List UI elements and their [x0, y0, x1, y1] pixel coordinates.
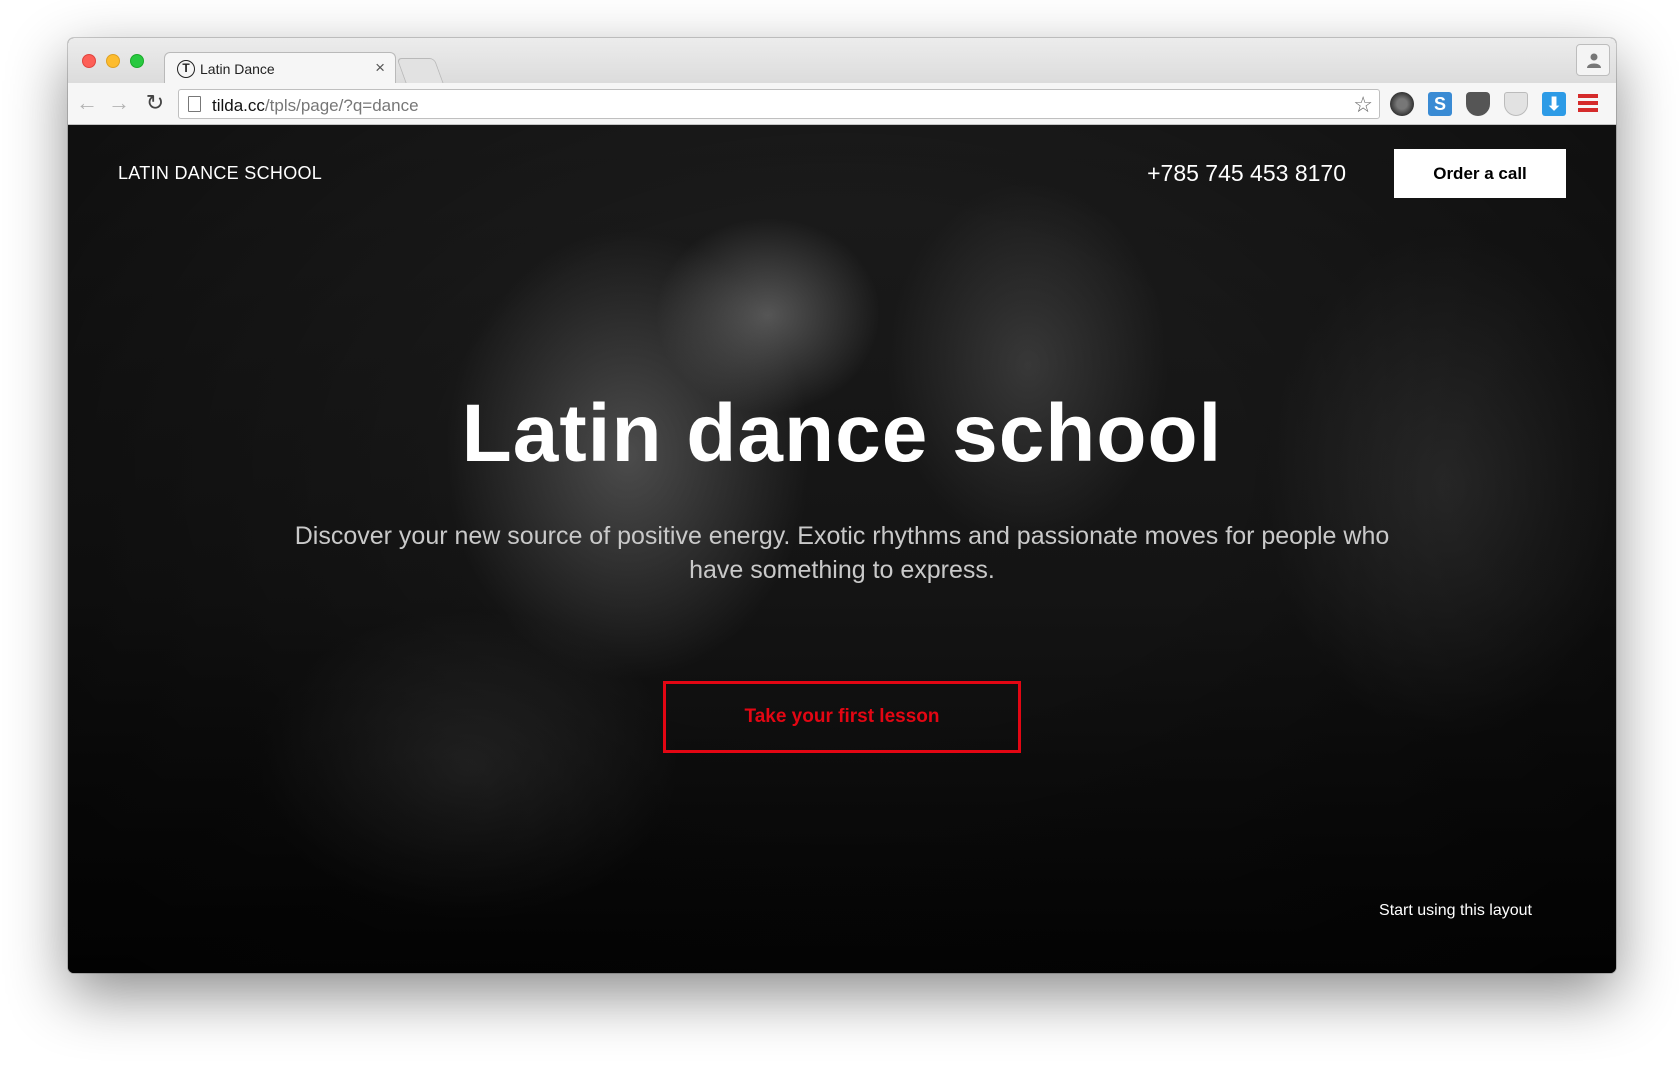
download-icon[interactable]: ⬇ [1542, 92, 1566, 116]
url-text[interactable]: tilda.cc/tpls/page/?q=dance [212, 96, 419, 116]
minimize-window-button[interactable] [106, 54, 120, 68]
new-tab-button[interactable] [396, 58, 444, 83]
start-using-layout-link[interactable]: Start using this layout [1379, 902, 1532, 920]
profile-button[interactable] [1576, 44, 1610, 76]
phone-number[interactable]: +785 745 453 8170 [1147, 160, 1346, 187]
page-icon [188, 96, 201, 112]
shield-icon[interactable] [1504, 92, 1528, 116]
url-host: tilda.cc [212, 96, 265, 115]
person-icon [1587, 53, 1601, 68]
film-icon[interactable] [1390, 92, 1414, 116]
order-call-button[interactable]: Order a call [1394, 149, 1566, 198]
star-icon[interactable]: ☆ [1353, 92, 1373, 118]
url-path: /tpls/page/?q=dance [264, 96, 419, 115]
reload-button[interactable]: ↻ [142, 91, 168, 117]
menu-icon[interactable] [1578, 92, 1598, 116]
pocket-icon[interactable] [1466, 92, 1490, 116]
hero-subtitle: Discover your new source of positive ene… [294, 522, 1390, 584]
landing-page: LATIN DANCE SCHOOL +785 745 453 8170 Ord… [68, 125, 1616, 973]
zoom-window-button[interactable] [130, 54, 144, 68]
title-bar: T Latin Dance × [68, 38, 1616, 83]
address-bar[interactable]: tilda.cc/tpls/page/?q=dance ☆ [178, 89, 1380, 119]
browser-window: T Latin Dance × ← → ↻ tilda.cc/tpls/page… [68, 38, 1616, 973]
hero-title: Latin dance school [461, 388, 1223, 479]
close-window-button[interactable] [82, 54, 96, 68]
browser-toolbar: ← → ↻ tilda.cc/tpls/page/?q=dance ☆ S ⬇ [68, 83, 1616, 125]
s-extension-icon[interactable]: S [1428, 92, 1452, 116]
back-button[interactable]: ← [74, 91, 100, 117]
tilda-favicon-icon: T [177, 60, 195, 78]
tab-close-icon[interactable]: × [375, 58, 385, 78]
brand-logo[interactable]: LATIN DANCE SCHOOL [118, 163, 322, 184]
tab-title: Latin Dance [200, 61, 275, 77]
first-lesson-button[interactable]: Take your first lesson [663, 681, 1021, 753]
browser-tab[interactable]: T Latin Dance × [164, 52, 396, 83]
forward-button[interactable]: → [106, 91, 132, 117]
